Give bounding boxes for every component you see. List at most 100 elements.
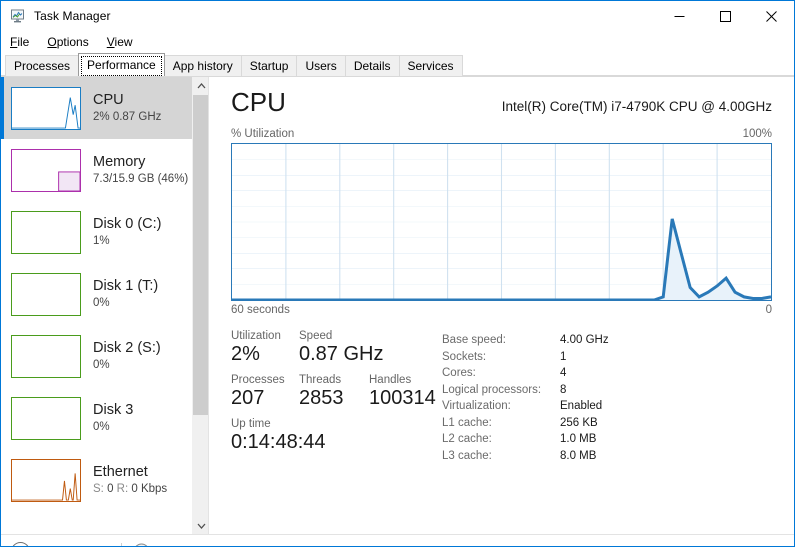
- spec-value: Enabled: [560, 400, 603, 412]
- sidebar-item-disk-0-c[interactable]: Disk 0 (C:) 1%: [1, 201, 193, 263]
- tab-details[interactable]: Details: [344, 55, 400, 76]
- stat-handles: Handles 100314: [369, 374, 436, 409]
- spec-key: Sockets:: [442, 350, 487, 363]
- tab-services[interactable]: Services: [398, 55, 463, 76]
- stat-uptime-label: Up time: [231, 418, 271, 430]
- spec-value: 256 KB: [560, 416, 598, 429]
- tab-details-label: Details: [353, 59, 391, 73]
- spec-key: Base speed:: [442, 334, 506, 346]
- graph-x-start-label: 60 seconds: [231, 304, 290, 316]
- scrollbar-thumb[interactable]: [193, 95, 208, 415]
- spec-row: L1 cache: 256 KB: [442, 415, 609, 432]
- fewer-details-button[interactable]: Fewer details: [11, 541, 108, 546]
- sidebar-item-sublabel: 2% 0.87 GHz: [93, 110, 162, 123]
- sidebar-item-text: Disk 3 0%: [93, 402, 133, 434]
- resource-list: CPU 2% 0.87 GHz Memory 7.3/15.9 GB (46%) Dis…: [1, 77, 193, 511]
- sidebar-item-text: Disk 1 (T:) 0%: [93, 278, 158, 310]
- spec-row: Cores: 4: [442, 365, 609, 382]
- sidebar-item-disk-1-t[interactable]: Disk 1 (T:) 0%: [1, 263, 193, 325]
- sidebar-item-label: Disk 3: [93, 402, 134, 419]
- close-icon: [765, 10, 777, 22]
- title-bar: Task Manager: [1, 1, 794, 31]
- tab-processes-label: Processes: [14, 59, 71, 73]
- spec-key: Virtualization:: [442, 400, 511, 412]
- tab-users[interactable]: Users: [296, 55, 346, 76]
- spec-row: Base speed: 4.00 GHz: [442, 332, 609, 349]
- spec-key: Cores:: [442, 367, 476, 379]
- sidebar-item-disk-2-s[interactable]: Disk 2 (S:) 0%: [1, 325, 193, 387]
- graph-x-end-label: 0: [765, 304, 772, 316]
- spec-row: Virtualization: Enabled: [442, 398, 609, 415]
- menu-item-view[interactable]: View: [107, 33, 142, 51]
- task-manager-icon: [11, 9, 24, 23]
- cpu-specs-list: Base speed: 4.00 GHz Sockets: 1 Cores: 4 Logic…: [442, 330, 609, 464]
- thumbnail-graph: [11, 458, 81, 502]
- tab-processes[interactable]: Processes: [5, 55, 80, 76]
- sidebar-item-cpu[interactable]: CPU 2% 0.87 GHz: [1, 77, 193, 139]
- tab-performance[interactable]: Performance: [78, 53, 165, 76]
- menu-item-options[interactable]: Options: [47, 33, 97, 51]
- sidebar-item-text: Ethernet S: 0 R: 0 Kbps: [93, 464, 167, 496]
- menu-file-rest: ile: [17, 35, 30, 49]
- menu-options-rest: ptions: [56, 35, 89, 49]
- sidebar-item-text: Memory 7.3/15.9 GB (46%): [93, 154, 188, 186]
- cpu-utilization-graph-svg: [232, 144, 771, 300]
- spec-value: 1.0 MB: [560, 433, 597, 445]
- spec-value: 4: [560, 367, 567, 379]
- sidebar-item-sublabel: S: 0 R: 0 Kbps: [93, 482, 168, 495]
- stat-uptime: Up time 0:14:48:44: [231, 418, 326, 453]
- cpu-utilization-graph[interactable]: [231, 143, 772, 301]
- spec-row: Sockets: 1: [442, 349, 609, 366]
- sidebar-item-text: CPU 2% 0.87 GHz: [93, 92, 161, 124]
- thumbnail-graph: [11, 334, 81, 378]
- spec-key: L1 cache:: [442, 416, 492, 429]
- sidebar-item-label: Ethernet: [93, 464, 148, 481]
- stat-row-processes-threads-handles: Processes 207 Threads 2853 Handles 10031…: [231, 374, 436, 409]
- menu-view-accel: V: [106, 35, 115, 49]
- tab-app-history[interactable]: App history: [163, 55, 242, 76]
- menu-options-accel: O: [47, 35, 57, 49]
- resource-monitor-icon: [135, 543, 149, 546]
- stat-utilization-value: 2%: [231, 343, 260, 365]
- spec-value: 8: [560, 383, 567, 396]
- tab-startup-label: Startup: [249, 59, 289, 73]
- cpu-detail-panel: CPU Intel(R) Core(TM) i7-4790K CPU @ 4.0…: [209, 77, 794, 534]
- sidebar-item-label: Memory: [93, 154, 146, 171]
- sidebar-item-memory[interactable]: Memory 7.3/15.9 GB (46%): [1, 139, 193, 201]
- tab-strip: Processes Performance App history Startu…: [1, 53, 794, 76]
- sidebar-item-label: CPU: [93, 92, 124, 109]
- tab-users-label: Users: [305, 59, 337, 73]
- thumbnail-graph: [11, 210, 81, 254]
- graph-top-labels: % Utilization 100%: [231, 128, 772, 140]
- spec-key: L3 cache:: [442, 449, 492, 462]
- sidebar-item-sublabel: 7.3/15.9 GB (46%): [93, 172, 189, 185]
- scroll-down-arrow-icon[interactable]: [193, 517, 208, 534]
- chevron-up-icon: [11, 541, 30, 546]
- menu-item-file[interactable]: File: [10, 33, 38, 51]
- stat-utilization: Utilization 2%: [231, 330, 299, 365]
- open-resource-monitor-link[interactable]: Open Resource Monitor: [133, 543, 285, 546]
- sidebar-item-label: Disk 2 (S:): [93, 340, 161, 357]
- stat-handles-label: Handles: [369, 374, 412, 386]
- spec-key: Logical processors:: [442, 383, 542, 396]
- sidebar-item-label: Disk 1 (T:): [93, 278, 159, 295]
- menu-bar: File Options View: [1, 31, 794, 53]
- thumbnail-graph: [11, 86, 81, 130]
- tab-app-history-label: App history: [172, 59, 233, 73]
- minimize-button[interactable]: [656, 1, 702, 31]
- scroll-up-arrow-icon[interactable]: [193, 77, 208, 94]
- sidebar-item-sublabel: 0%: [93, 296, 110, 309]
- close-button[interactable]: [748, 1, 794, 31]
- sidebar-item-disk-3[interactable]: Disk 3 0%: [1, 387, 193, 449]
- stat-speed: Speed 0.87 GHz: [299, 330, 383, 365]
- menu-view-rest: iew: [114, 35, 133, 49]
- sidebar-scrollbar[interactable]: [192, 77, 208, 534]
- stat-speed-label: Speed: [299, 330, 333, 342]
- resource-sidebar[interactable]: CPU 2% 0.87 GHz Memory 7.3/15.9 GB (46%) Dis…: [1, 77, 209, 534]
- window-title: Task Manager: [34, 9, 111, 23]
- page-title: CPU: [231, 87, 286, 117]
- maximize-button[interactable]: [702, 1, 748, 31]
- sidebar-item-ethernet[interactable]: Ethernet S: 0 R: 0 Kbps: [1, 449, 193, 511]
- tab-startup[interactable]: Startup: [240, 55, 298, 76]
- spec-row: L3 cache: 8.0 MB: [442, 448, 609, 465]
